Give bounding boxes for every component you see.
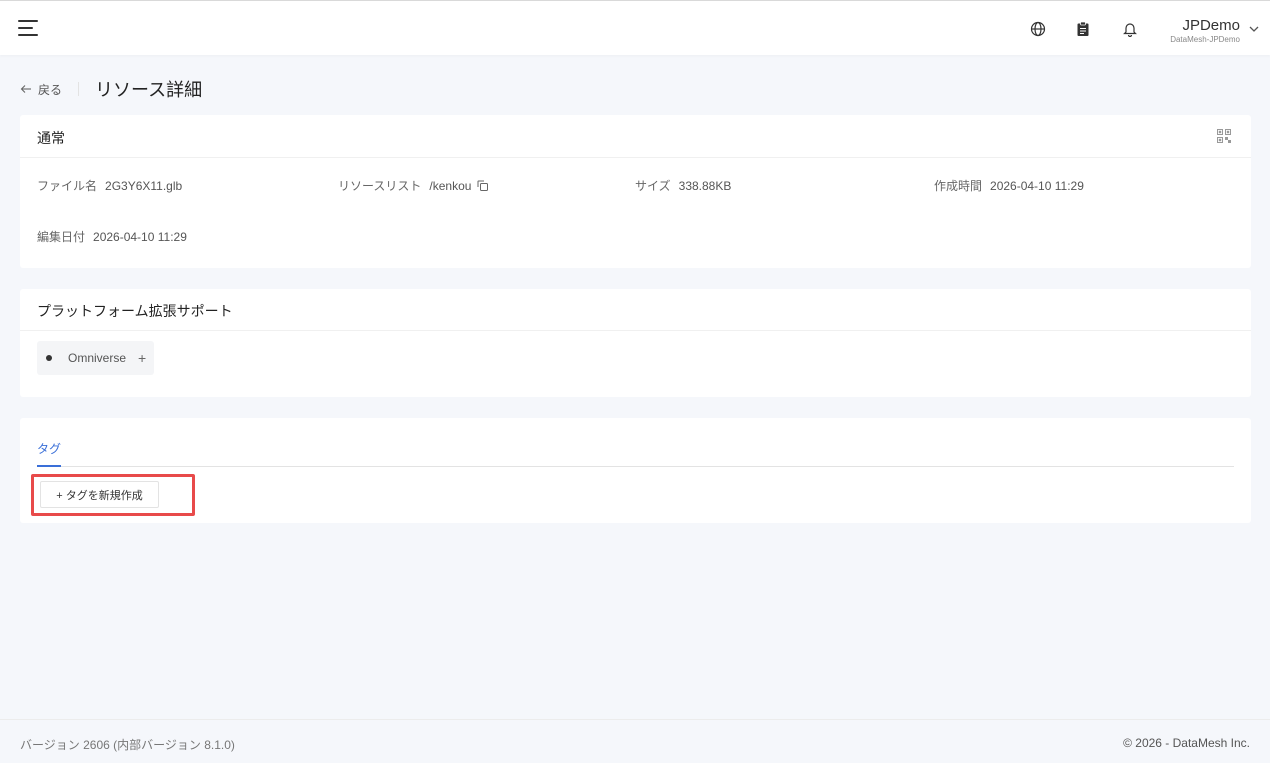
top-bar: JPDemo DataMesh-JPDemo [0, 0, 1270, 55]
platform-chip-label: Omniverse [68, 351, 127, 365]
edited-value: 2026-04-10 11:29 [93, 229, 187, 244]
user-name: JPDemo [1182, 17, 1240, 34]
tags-tabs: タグ [37, 418, 1234, 467]
platform-card-title: プラットフォーム拡張サポート [37, 303, 233, 319]
version-text: バージョン 2606 (内部バージョン 8.1.0) [20, 738, 235, 752]
copy-icon[interactable] [477, 180, 489, 191]
breadcrumb: 戻る リソース詳細 [20, 76, 202, 102]
filename-field: ファイル名 2G3Y6X11.glb [37, 177, 182, 194]
back-label: 戻る [38, 82, 63, 97]
platform-card: プラットフォーム拡張サポート Omniverse + [20, 289, 1251, 397]
clipboard-icon[interactable] [1074, 20, 1092, 38]
plus-icon[interactable]: + [138, 350, 146, 366]
page-title: リソース詳細 [95, 80, 203, 100]
created-field: 作成時間 2026-04-10 11:29 [934, 177, 1084, 194]
globe-icon[interactable] [1029, 20, 1047, 38]
general-card-header: 通常 [20, 115, 1251, 158]
general-card: 通常 ファイル名 2G3Y6X11.glb リソースリスト /kenkou サイ… [20, 115, 1251, 268]
size-label: サイズ [635, 179, 671, 193]
new-tag-button[interactable]: + タグを新規作成 [40, 481, 159, 508]
tab-underline [37, 465, 61, 467]
tab-tags[interactable]: タグ [37, 440, 61, 457]
breadcrumb-divider [78, 82, 80, 96]
edited-label: 編集日付 [37, 230, 86, 244]
chip-dot-icon [46, 355, 52, 361]
copyright-text: © 2026 - DataMesh Inc. [1123, 736, 1250, 750]
resource-list-field: リソースリスト /kenkou [338, 177, 489, 194]
platform-card-header: プラットフォーム拡張サポート [20, 289, 1251, 331]
size-field: サイズ 338.88KB [635, 177, 731, 194]
platform-chip-omniverse[interactable]: Omniverse + [37, 341, 154, 375]
bell-icon[interactable] [1121, 20, 1139, 38]
back-button[interactable]: 戻る [20, 81, 62, 98]
tags-card: タグ + タグを新規作成 [20, 418, 1251, 523]
general-card-title: 通常 [37, 130, 65, 146]
resource-list-value: /kenkou [429, 178, 472, 193]
user-org: DataMesh-JPDemo [1170, 35, 1240, 44]
edited-field: 編集日付 2026-04-10 11:29 [37, 228, 187, 245]
filename-value: 2G3Y6X11.glb [105, 178, 183, 193]
user-menu[interactable]: JPDemo DataMesh-JPDemo [1170, 17, 1260, 47]
filename-label: ファイル名 [37, 179, 98, 193]
resource-list-label: リソースリスト [338, 179, 422, 193]
footer: バージョン 2606 (内部バージョン 8.1.0) © 2026 - Data… [0, 719, 1270, 763]
qr-code-icon[interactable] [1217, 129, 1231, 143]
created-value: 2026-04-10 11:29 [990, 178, 1084, 193]
chevron-down-icon[interactable] [1248, 23, 1260, 35]
created-label: 作成時間 [934, 179, 983, 193]
arrow-left-icon [20, 85, 31, 93]
size-value: 338.88KB [678, 178, 732, 193]
menu-icon[interactable] [18, 20, 38, 36]
